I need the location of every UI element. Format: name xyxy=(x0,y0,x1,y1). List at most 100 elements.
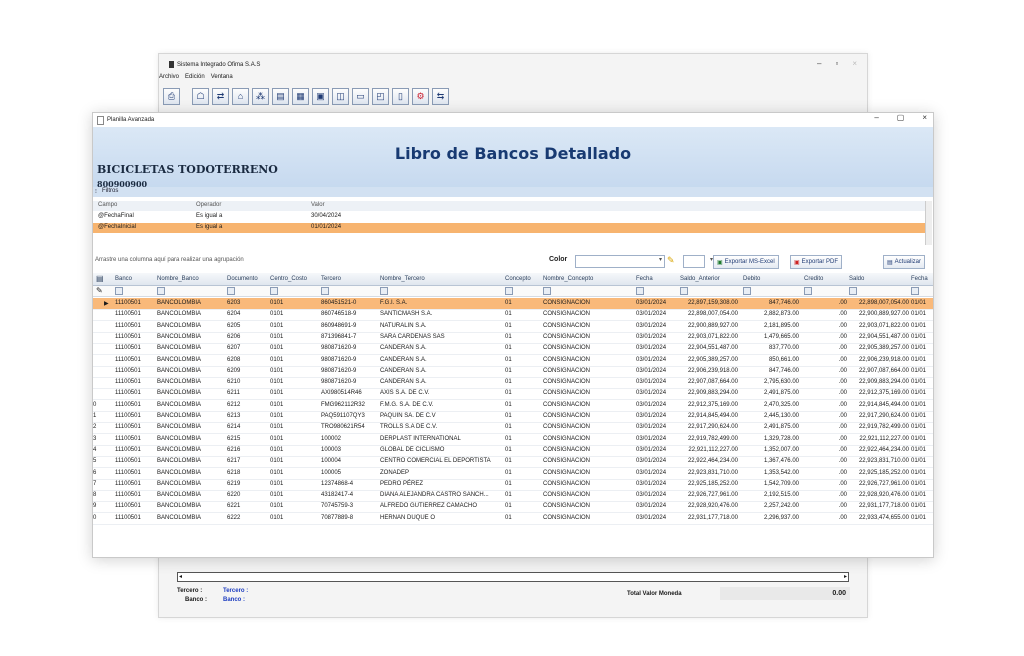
table-row[interactable]: 11100501 BANCOLOMBIA 6209 0101 980871620-9 CA… xyxy=(93,366,933,378)
filter-cell[interactable] xyxy=(505,287,513,295)
color-select[interactable]: ▾ xyxy=(575,255,665,268)
filter-cell[interactable] xyxy=(115,287,123,295)
document-icon[interactable]: ▤ xyxy=(272,87,289,105)
table-row[interactable]: 9 11100501 BANCOLOMBIA 6221 0101 70745759-3 AL… xyxy=(93,501,933,514)
col-tercero[interactable]: Tercero xyxy=(321,276,341,282)
col-fecha-2[interactable]: Fecha xyxy=(911,276,928,282)
filter-col-campo[interactable]: Campo xyxy=(98,202,117,208)
filter-cell[interactable] xyxy=(380,287,388,295)
filter-cell[interactable] xyxy=(680,287,688,295)
col-documento[interactable]: Documento xyxy=(227,276,258,282)
col-debito[interactable]: Debito xyxy=(743,276,760,282)
close-button[interactable]: × xyxy=(852,59,857,68)
grid-icon[interactable]: ▦ xyxy=(292,87,309,105)
col-fecha[interactable]: Fecha xyxy=(636,276,653,282)
save-icon[interactable]: ▭ xyxy=(352,87,369,105)
col-nombre-tercero[interactable]: Nombre_Tercero xyxy=(380,276,425,282)
table-row[interactable]: 11100501 BANCOLOMBIA 6208 0101 980871620-9 CA… xyxy=(93,355,933,367)
filter-col-operador[interactable]: Operador xyxy=(196,202,221,208)
filter-valor[interactable]: 01/01/2024 xyxy=(311,224,341,230)
cell-tercero: 12374868-4 xyxy=(321,480,354,487)
horizontal-scrollbar[interactable]: ◂ ▸ xyxy=(177,572,849,582)
col-saldo[interactable]: Saldo xyxy=(849,276,864,282)
print-icon[interactable]: ⎙ xyxy=(163,87,180,105)
minimize-button[interactable]: – xyxy=(817,59,821,68)
export-pdf-button[interactable]: ▣ Exportar PDF xyxy=(790,255,843,269)
table-row[interactable]: 11100501 BANCOLOMBIA 6207 0101 980871620-9 CA… xyxy=(93,343,933,356)
col-saldo-anterior[interactable]: Saldo_Anterior xyxy=(680,276,720,282)
swap-icon[interactable]: ⇆ xyxy=(432,87,449,105)
scroll-right-icon[interactable]: ▸ xyxy=(844,573,847,580)
row-number: 3 xyxy=(93,435,97,442)
close-button[interactable]: × xyxy=(922,113,927,122)
table-row[interactable]: 11100501 BANCOLOMBIA 6205 0101 860948691-9 NA… xyxy=(93,321,933,333)
menu-edicion[interactable]: Edición xyxy=(185,74,205,80)
col-centro-costo[interactable]: Centro_Costo xyxy=(270,276,307,282)
report-icon[interactable]: ◫ xyxy=(332,87,349,105)
col-concepto[interactable]: Concepto xyxy=(505,276,531,282)
table-row[interactable]: 2 11100501 BANCOLOMBIA 6214 0101 TRO980621R54… xyxy=(93,422,933,435)
color-picker[interactable]: ▾ xyxy=(683,255,713,268)
filter-cell[interactable] xyxy=(227,287,235,295)
filter-cell[interactable] xyxy=(636,287,644,295)
filter-row-selected[interactable]: @FechaInicial Es igual a 01/01/2024 xyxy=(93,223,925,233)
paint-icon[interactable]: ✎ xyxy=(667,255,675,266)
table-row[interactable]: 1 11100501 BANCOLOMBIA 6213 0101 PAQ591107QY3… xyxy=(93,411,933,423)
settings-icon[interactable]: ⚙ xyxy=(412,87,429,105)
filter-cell[interactable] xyxy=(270,287,278,295)
filter-valor[interactable]: 30/04/2024 xyxy=(311,213,341,219)
table-row[interactable]: 11100501 BANCOLOMBIA 6206 0101 871396841-7 SA… xyxy=(93,332,933,344)
filter-editor-icon[interactable]: ✎ xyxy=(96,286,103,295)
filter-col-valor[interactable]: Valor xyxy=(311,202,325,208)
maximize-button[interactable]: ▢ xyxy=(897,113,905,122)
minimize-button[interactable]: – xyxy=(874,113,878,122)
filters-scrollbar[interactable] xyxy=(925,201,932,245)
filter-cell[interactable] xyxy=(911,287,919,295)
export-excel-button[interactable]: ▣ Exportar MS-Excel xyxy=(713,255,779,269)
table-row[interactable]: 4 11100501 BANCOLOMBIA 6216 0101 100003 GLOBAL… xyxy=(93,445,933,457)
menu-ventana[interactable]: Ventana xyxy=(211,74,233,80)
window-title: Planilla Avanzada xyxy=(107,117,155,123)
cell-fecha: 03/01/2024 xyxy=(636,333,667,340)
refresh-button[interactable]: ▤ Actualizar xyxy=(883,255,926,269)
col-nombre-concepto[interactable]: Nombre_Concepto xyxy=(543,276,593,282)
col-credito[interactable]: Credito xyxy=(804,276,823,282)
transfer-icon[interactable]: ⇄ xyxy=(212,87,229,105)
maximize-button[interactable]: ▫ xyxy=(835,59,838,68)
network-icon[interactable]: ⁂ xyxy=(252,87,269,105)
sheet-icon[interactable]: ▯ xyxy=(392,87,409,105)
preview-icon[interactable]: ◰ xyxy=(372,87,389,105)
cell-nombre-tercero: CANDERAN S.A. xyxy=(380,379,427,386)
scroll-left-icon[interactable]: ◂ xyxy=(179,573,182,580)
table-row[interactable]: 11100501 BANCOLOMBIA 6210 0101 980871620-9 CA… xyxy=(93,377,933,390)
table-row[interactable]: 8 11100501 BANCOLOMBIA 6220 0101 43182417-4 DI… xyxy=(93,490,933,503)
table-row[interactable]: 11100501 BANCOLOMBIA 6211 0101 AXI980514R46 A… xyxy=(93,388,933,401)
cell-saldo: 22,931,177,718.00 xyxy=(858,503,909,510)
bank-icon[interactable]: ⌂ xyxy=(232,87,249,105)
col-banco[interactable]: Banco xyxy=(115,276,132,282)
form-icon[interactable]: ▣ xyxy=(312,87,329,105)
menu-archivo[interactable]: Archivo xyxy=(159,74,179,80)
filter-operador[interactable]: Es igual a xyxy=(196,213,222,219)
filter-row[interactable]: @FechaFinal Es igual a 30/04/2024 xyxy=(93,212,925,222)
filter-cell[interactable] xyxy=(849,287,857,295)
table-row[interactable]: 0 11100501 BANCOLOMBIA 6222 0101 70877889-8 HE… xyxy=(93,513,933,525)
table-row[interactable]: 7 11100501 BANCOLOMBIA 6219 0101 12374868-4 PE… xyxy=(93,479,933,491)
filter-cell[interactable] xyxy=(321,287,329,295)
table-row[interactable]: 3 11100501 BANCOLOMBIA 6215 0101 100002 DERPLA… xyxy=(93,434,933,446)
table-row-selected[interactable]: ▶ 11100501 BANCOLOMBIA 6203 0101 860451521-0 F… xyxy=(93,298,933,310)
table-row[interactable]: 6 11100501 BANCOLOMBIA 6218 0101 100005 ZONADE… xyxy=(93,468,933,480)
table-row[interactable]: 0 11100501 BANCOLOMBIA 6212 0101 FMG962112R32… xyxy=(93,400,933,412)
filters-section-header[interactable]: ⁝ Filtros xyxy=(93,187,933,197)
hierarchy-icon[interactable]: ☖ xyxy=(192,87,209,105)
table-row[interactable]: 11100501 BANCOLOMBIA 6204 0101 860746518-9 SA… xyxy=(93,309,933,322)
filter-cell[interactable] xyxy=(804,287,812,295)
filter-operador[interactable]: Es igual a xyxy=(196,224,222,230)
collapse-icon[interactable]: ⁝ xyxy=(95,188,97,195)
filter-cell[interactable] xyxy=(157,287,165,295)
filter-cell[interactable] xyxy=(543,287,551,295)
column-chooser-icon[interactable]: ▤ xyxy=(96,274,104,283)
filter-cell[interactable] xyxy=(743,287,751,295)
col-nombre-banco[interactable]: Nombre_Banco xyxy=(157,276,199,282)
table-row[interactable]: 5 11100501 BANCOLOMBIA 6217 0101 100004 CENTRO… xyxy=(93,456,933,469)
